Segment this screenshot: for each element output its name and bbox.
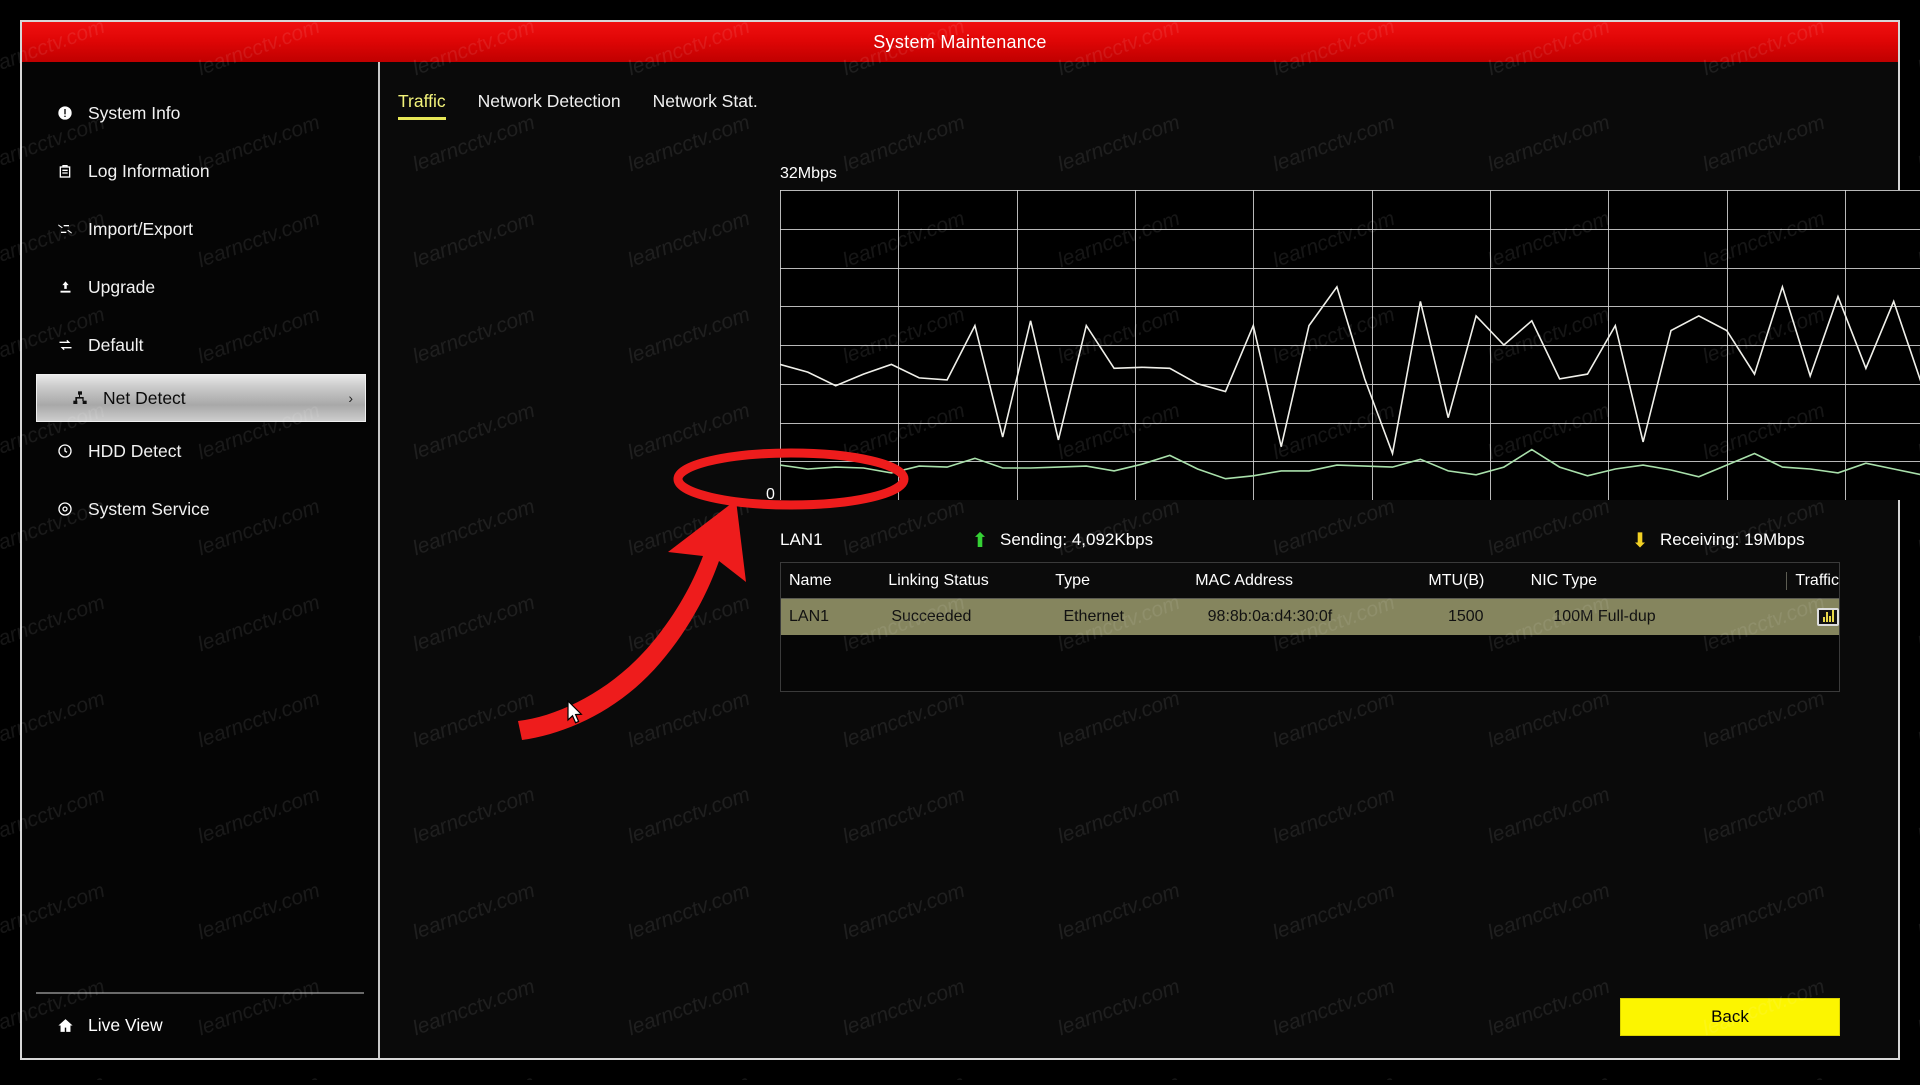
traffic-monitor-icon[interactable] bbox=[1817, 608, 1839, 626]
column-header-traffic: Traffic bbox=[1786, 572, 1839, 590]
chart-gridlines bbox=[780, 190, 1920, 500]
sidebar-item-label: System Info bbox=[88, 103, 180, 124]
live-view-label: Live View bbox=[88, 1015, 163, 1036]
sidebar-item-log-information[interactable]: Log Information bbox=[22, 142, 378, 200]
traffic-chart bbox=[780, 190, 1920, 500]
window-titlebar: System Maintenance bbox=[22, 22, 1898, 62]
tab-traffic[interactable]: Traffic bbox=[398, 91, 446, 120]
network-icon bbox=[67, 390, 93, 406]
live-view-section: Live View bbox=[36, 992, 364, 1044]
chart-y-axis-min-label: 0 bbox=[766, 486, 775, 504]
chart-y-axis-max-label: 32Mbps bbox=[780, 165, 837, 183]
chart-line-sending bbox=[780, 450, 1920, 479]
cell-name: LAN1 bbox=[781, 608, 891, 626]
service-icon bbox=[52, 501, 78, 517]
info-icon bbox=[52, 105, 78, 121]
legend-interface-name: LAN1 bbox=[780, 530, 960, 550]
sidebar-item-label: Log Information bbox=[88, 161, 210, 182]
chart-series-lines bbox=[780, 253, 1920, 479]
sidebar-item-net-detect[interactable]: Net Detect › bbox=[36, 374, 366, 422]
traffic-chart-svg bbox=[780, 190, 1920, 500]
sidebar: System Info Log Information Import/Export U… bbox=[22, 62, 380, 1058]
table-header-row: Name Linking Status Type MAC Address MTU… bbox=[781, 563, 1839, 599]
sidebar-item-hdd-detect[interactable]: HDD Detect bbox=[22, 422, 378, 480]
window-title: System Maintenance bbox=[873, 32, 1046, 53]
cell-traffic[interactable] bbox=[1817, 608, 1839, 626]
main-panel: Traffic Network Detection Network Stat. 32… bbox=[380, 62, 1898, 1058]
column-header-mac-address: MAC Address bbox=[1195, 572, 1428, 590]
sidebar-nav-list: System Info Log Information Import/Export U… bbox=[22, 62, 378, 538]
column-header-nic-type: NIC Type bbox=[1531, 572, 1787, 590]
sidebar-item-live-view[interactable]: Live View bbox=[36, 1006, 364, 1044]
column-header-mtu: MTU(B) bbox=[1428, 572, 1530, 590]
chart-legend: LAN1 ⬆ Sending: 4,092Kbps ⬇ Receiving: 1… bbox=[780, 524, 1920, 556]
sidebar-item-label: Import/Export bbox=[88, 219, 193, 240]
arrow-up-icon: ⬆ bbox=[960, 528, 1000, 553]
sidebar-item-system-service[interactable]: System Service bbox=[22, 480, 378, 538]
sidebar-item-default[interactable]: Default bbox=[22, 316, 378, 374]
hdd-icon bbox=[52, 443, 78, 459]
table-row[interactable]: LAN1 Succeeded Ethernet 98:8b:0a:d4:30:0… bbox=[781, 599, 1839, 635]
log-icon bbox=[52, 163, 78, 179]
cell-type: Ethernet bbox=[1063, 608, 1207, 626]
legend-receiving-value: Receiving: 19Mbps bbox=[1660, 530, 1805, 550]
tab-network-detection[interactable]: Network Detection bbox=[478, 91, 621, 120]
cell-nic-type: 100M Full-dup bbox=[1553, 608, 1817, 626]
column-header-type: Type bbox=[1055, 572, 1195, 590]
legend-sending-value: Sending: 4,092Kbps bbox=[1000, 530, 1620, 550]
home-icon bbox=[52, 1017, 78, 1034]
upgrade-icon bbox=[52, 279, 78, 295]
import-export-icon bbox=[52, 221, 78, 237]
back-button[interactable]: Back bbox=[1620, 998, 1840, 1036]
sidebar-item-label: HDD Detect bbox=[88, 441, 181, 462]
sidebar-item-label: Default bbox=[88, 335, 143, 356]
cell-mtu: 1500 bbox=[1448, 608, 1553, 626]
mouse-cursor bbox=[566, 700, 584, 726]
cell-mac-address: 98:8b:0a:d4:30:0f bbox=[1208, 608, 1448, 626]
column-header-linking-status: Linking Status bbox=[888, 572, 1055, 590]
sidebar-item-system-info[interactable]: System Info bbox=[22, 84, 378, 142]
restore-icon bbox=[52, 337, 78, 353]
column-header-name: Name bbox=[781, 572, 888, 590]
cell-linking-status: Succeeded bbox=[891, 608, 1063, 626]
sidebar-item-import-export[interactable]: Import/Export bbox=[22, 200, 378, 258]
sidebar-item-label: Net Detect bbox=[103, 388, 186, 409]
tab-bar: Traffic Network Detection Network Stat. bbox=[380, 62, 1898, 120]
sidebar-item-upgrade[interactable]: Upgrade bbox=[22, 258, 378, 316]
tab-network-stat[interactable]: Network Stat. bbox=[653, 91, 758, 120]
arrow-down-icon: ⬇ bbox=[1620, 528, 1660, 553]
chevron-right-icon: › bbox=[348, 390, 353, 406]
sidebar-item-label: Upgrade bbox=[88, 277, 155, 298]
sidebar-item-label: System Service bbox=[88, 499, 210, 520]
nic-table: Name Linking Status Type MAC Address MTU… bbox=[780, 562, 1840, 692]
